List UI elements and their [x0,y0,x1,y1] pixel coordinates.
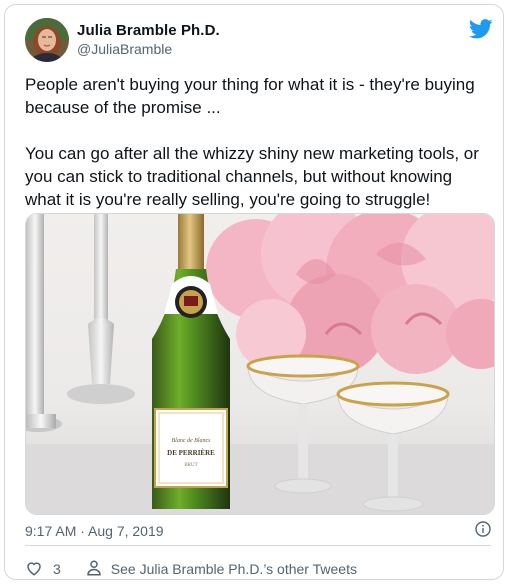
divider [25,545,491,546]
tweet-actions: 3 See Julia Bramble Ph.D.’s other Tweets [25,559,357,579]
bottle-label-brand: DE PERRIÈRE [167,449,215,457]
twitter-bird-icon[interactable] [468,19,493,39]
bottle-label-script: Blanc de Blancs [172,438,212,444]
person-icon [85,559,111,580]
like-button[interactable]: 3 [25,559,61,580]
tweet-timestamp[interactable]: 9:17 AM · Aug 7, 2019 [25,523,164,539]
author-handle[interactable]: @JuliaBramble [77,41,172,57]
tweet-text: People aren't buying your thing for what… [25,75,479,209]
tweet-photo[interactable]: Blanc de Blancs DE PERRIÈRE BRUT [25,213,495,515]
like-count: 3 [53,561,61,577]
author-name[interactable]: Julia Bramble Ph.D. [77,22,220,39]
peony-bouquet [206,214,494,374]
bottle-label-sub: BRUT [184,463,197,468]
info-icon[interactable] [475,521,491,537]
other-tweets-link[interactable]: See Julia Bramble Ph.D.’s other Tweets [85,559,357,580]
tweet-card[interactable]: Julia Bramble Ph.D. @JuliaBramble People… [4,4,504,580]
heart-icon [25,559,43,580]
other-tweets-label: See Julia Bramble Ph.D.’s other Tweets [110,561,357,577]
avatar[interactable] [25,18,69,62]
